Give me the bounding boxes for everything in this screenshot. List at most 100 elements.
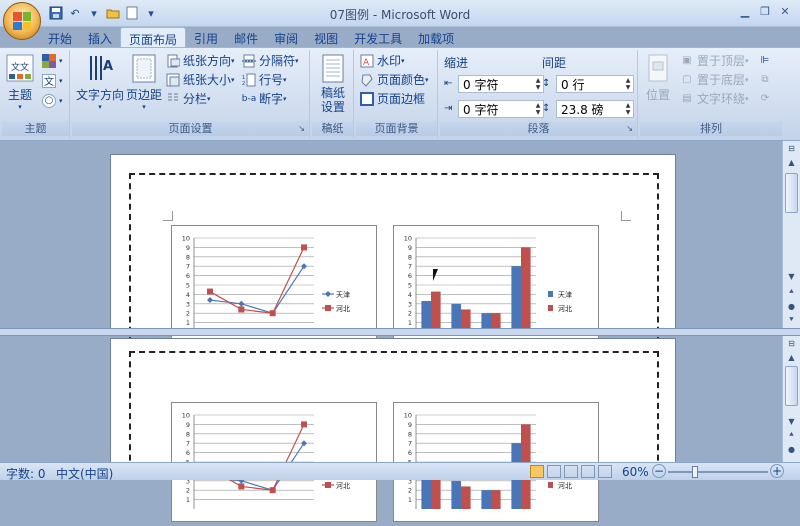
next-page-icon[interactable]: ⯆	[783, 313, 800, 327]
group-objects-button[interactable]: ⧉	[758, 71, 775, 88]
data-point	[301, 421, 307, 428]
orientation-button[interactable]: 纸张方向 ▾	[166, 52, 235, 69]
page-setup-group-label: 页面设置 ↘	[72, 121, 309, 136]
bring-to-front-button[interactable]: ▣ 置于顶层 ▾	[680, 52, 748, 69]
page-borders-button[interactable]: 页面边框	[360, 90, 425, 107]
svg-text:A: A	[103, 59, 113, 74]
indent-left-spinner[interactable]: 0 字符 ▲ ▼	[458, 75, 544, 93]
tab-3[interactable]: 引用	[186, 27, 226, 47]
scroll-thumb-bottom[interactable]	[785, 366, 798, 406]
spacing-before-spinner[interactable]: 0 行 ▲ ▼	[556, 75, 634, 93]
split-bar[interactable]	[0, 328, 800, 336]
zoom-in-icon[interactable]: +	[770, 464, 784, 478]
scroll-up-icon[interactable]: ▲	[783, 155, 800, 169]
bar-1-0	[431, 291, 441, 332]
themes-button[interactable]: 文文 主题 ▾	[6, 54, 34, 111]
vertical-scrollbar-bottom[interactable]: ⊟ ▲ ▼ ⯅ ●	[782, 336, 800, 462]
theme-fonts-button[interactable]: 文 ▾	[42, 72, 63, 89]
svg-text:2: 2	[242, 81, 245, 87]
tab-2[interactable]: 页面布局	[120, 27, 187, 47]
spacing-after-value[interactable]: 23.8 磅	[557, 101, 623, 118]
legend-swatch-1	[548, 305, 553, 311]
office-button[interactable]	[3, 2, 41, 40]
previous-page-bottom-icon[interactable]: ⯅	[783, 428, 800, 442]
previous-page-icon[interactable]: ⯅	[783, 285, 800, 299]
paragraph-launcher-icon[interactable]: ↘	[626, 121, 633, 136]
y-tick-label: 9	[186, 421, 190, 429]
document-area[interactable]: 10987654321天津河北 10987654321天津河北 10987654…	[0, 141, 782, 522]
data-point	[238, 483, 245, 490]
y-tick-label: 6	[186, 449, 190, 457]
select-browse-object-bottom-icon[interactable]: ●	[783, 442, 800, 456]
text-direction-button[interactable]: A 文字方向 ▾	[76, 54, 124, 111]
language-indicator[interactable]: 中文(中国)	[56, 465, 113, 482]
web-layout-icon[interactable]	[564, 465, 578, 478]
restore-icon[interactable]: ❐	[756, 3, 774, 19]
y-tick-label: 2	[186, 487, 190, 495]
zoom-slider[interactable]	[668, 471, 768, 473]
draft-view-icon[interactable]	[598, 465, 612, 478]
tab-0[interactable]: 开始	[40, 27, 80, 47]
align-button[interactable]: ⊫	[758, 52, 775, 69]
margins-button[interactable]: 页边距 ▾	[126, 54, 162, 111]
send-to-back-button[interactable]: ▢ 置于底层 ▾	[680, 71, 748, 88]
spacing-before-value[interactable]: 0 行	[557, 76, 623, 93]
tab-4[interactable]: 邮件	[226, 27, 266, 47]
text-wrap-button[interactable]: ▤ 文字环绕 ▾	[680, 90, 748, 107]
scroll-up-bottom-icon[interactable]: ▲	[783, 350, 800, 364]
y-tick-label: 2	[408, 487, 412, 495]
spacing-after-spinner[interactable]: 23.8 磅 ▲ ▼	[556, 100, 634, 118]
word-count[interactable]: 字数: 0	[6, 465, 46, 482]
watermark-button[interactable]: A 水印 ▾	[360, 52, 405, 69]
close-icon[interactable]: ✕	[776, 3, 794, 19]
ruler-toggle-icon[interactable]: ⊟	[783, 141, 800, 155]
hyphenation-icon: b‑a	[241, 93, 257, 104]
position-button[interactable]: 位置	[644, 54, 672, 103]
spacing-before-arrows-icon[interactable]: ▲ ▼	[623, 76, 633, 92]
vertical-scrollbar-top[interactable]: ⊟ ▲ ▼ ⯅ ● ⯆	[782, 141, 800, 328]
scroll-down-bottom-icon[interactable]: ▼	[783, 414, 800, 428]
select-browse-object-icon[interactable]: ●	[783, 299, 800, 313]
theme-effects-button[interactable]: ○ ▾	[42, 92, 63, 109]
ruler-toggle-bottom-icon[interactable]: ⊟	[783, 336, 800, 350]
theme-colors-button[interactable]: ▾	[42, 52, 63, 69]
outline-view-icon[interactable]	[581, 465, 595, 478]
line-chart-top[interactable]: 10 9 8 7 6 5 4 3 2 1 天津 河北	[171, 225, 377, 345]
bar-chart-top[interactable]: 10 9 8 7 6 5 4 3 2 1 天津 河北	[393, 225, 599, 345]
document-page-bottom-pane[interactable]: 10987654321天津河北 10987654321天津河北	[110, 338, 676, 522]
indent-left-value[interactable]: 0 字符	[459, 76, 533, 93]
spacing-header: 间距	[542, 56, 567, 70]
send-to-back-icon: ▢	[682, 74, 692, 85]
page-color-button[interactable]: 页面颜色 ▾	[360, 71, 429, 88]
scroll-thumb[interactable]	[785, 173, 798, 213]
indent-right-spinner[interactable]: 0 字符 ▲ ▼	[458, 100, 544, 118]
minimize-icon[interactable]: ▁	[736, 3, 754, 19]
print-layout-icon[interactable]	[530, 465, 544, 478]
draft-settings-button[interactable]: 稿纸设置	[316, 54, 350, 114]
tab-6[interactable]: 视图	[306, 27, 346, 47]
y-tick-label: 6	[408, 272, 412, 280]
hyphenation-button[interactable]: b‑a 断字 ▾	[242, 90, 287, 107]
svg-text:A: A	[363, 58, 370, 68]
tab-7[interactable]: 开发工具	[346, 27, 410, 47]
document-page-top-pane[interactable]: 10 9 8 7 6 5 4 3 2 1 天津 河北 10 9 8 7 6 5 4 3 2 1 天津 河北	[110, 154, 676, 345]
line-numbers-icon: 12	[242, 73, 256, 87]
size-button[interactable]: 纸张大小 ▾	[166, 71, 235, 88]
page-setup-launcher-icon[interactable]: ↘	[298, 121, 305, 136]
tab-1[interactable]: 插入	[80, 27, 120, 47]
columns-button[interactable]: 分栏 ▾	[166, 90, 211, 107]
paragraph-group: 缩进 间距 ⇤ 0 字符 ▲ ▼ ⇥ 0 字符 ▲ ▼ ↕ 0 行 ▲ ▼ ↕ 23.…	[440, 50, 638, 138]
rotate-button[interactable]: ⟳	[758, 90, 775, 107]
scroll-down-icon[interactable]: ▼	[783, 269, 800, 283]
breaks-button[interactable]: 分隔符 ▾	[242, 52, 299, 69]
indent-right-value[interactable]: 0 字符	[459, 101, 533, 118]
tab-5[interactable]: 审阅	[266, 27, 306, 47]
full-screen-reading-icon[interactable]	[547, 465, 561, 478]
window-title: 07图例 - Microsoft Word	[329, 8, 471, 22]
zoom-out-icon[interactable]: −	[652, 464, 666, 478]
zoom-slider-thumb[interactable]	[692, 466, 698, 478]
tab-8[interactable]: 加载项	[410, 27, 462, 47]
line-numbers-button[interactable]: 12 行号 ▾	[242, 71, 287, 88]
zoom-level[interactable]: 60%	[622, 465, 649, 479]
spacing-after-arrows-icon[interactable]: ▲ ▼	[623, 101, 633, 117]
